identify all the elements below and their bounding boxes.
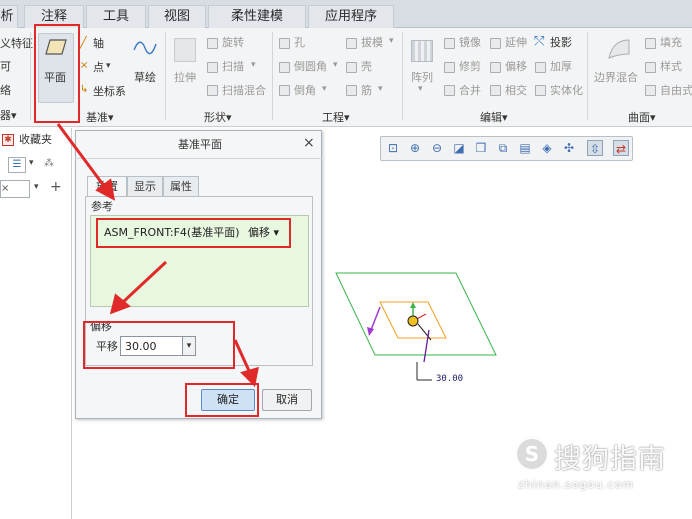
normal-arrow-tip (367, 327, 374, 336)
reference-datum-plane (335, 272, 497, 356)
watermark-brand: 搜狗指南 (554, 444, 666, 475)
watermark-url: zhinan.sogou.com (518, 478, 635, 491)
drag-handle-y-tip (410, 302, 416, 308)
offset-drag-handle (407, 315, 419, 327)
normal-arrow (370, 306, 381, 331)
watermark-logo: S (514, 436, 550, 472)
offset-dimension[interactable]: 30.00 (436, 374, 463, 384)
